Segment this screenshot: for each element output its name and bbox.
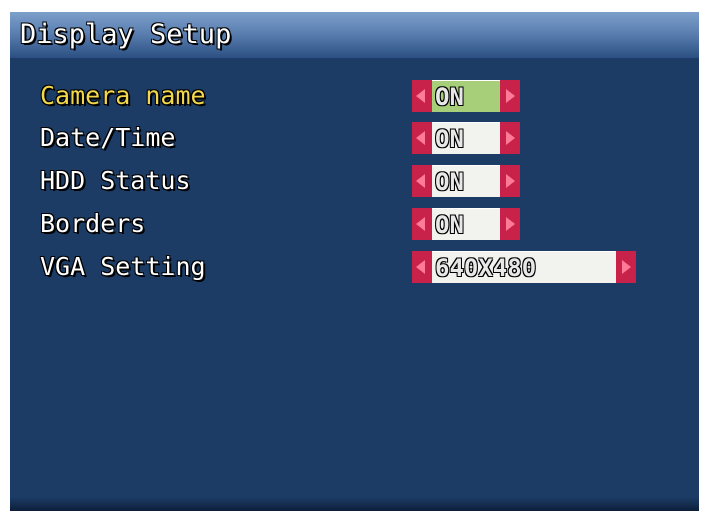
menu-item-vga-setting[interactable]: VGA Setting 640X480: [10, 250, 699, 284]
chevron-right-icon[interactable]: [500, 208, 520, 240]
chevron-right-icon[interactable]: [500, 122, 520, 154]
page-title: Display Setup: [20, 19, 232, 50]
borders-value: ON: [435, 211, 464, 239]
menu-item-label: VGA Setting: [40, 252, 206, 281]
chevron-left-icon[interactable]: [412, 251, 432, 283]
camera-name-value: ON: [435, 83, 464, 111]
camera-name-value-box: ON: [432, 80, 500, 112]
menu-item-borders[interactable]: Borders ON: [10, 207, 699, 241]
menu-item-camera-name[interactable]: Camera name ON: [10, 79, 699, 113]
bottom-band: [10, 497, 699, 511]
vga-setting-value-box: 640X480: [432, 251, 616, 283]
chevron-right-icon[interactable]: [500, 165, 520, 197]
menu-item-label: HDD Status: [40, 166, 191, 195]
chevron-left-icon[interactable]: [412, 80, 432, 112]
chevron-left-icon[interactable]: [412, 122, 432, 154]
menu-item-label: Camera name: [40, 81, 206, 110]
hdd-status-value: ON: [435, 168, 464, 196]
menu-item-date-time[interactable]: Date/Time ON: [10, 121, 699, 155]
chevron-right-icon[interactable]: [616, 251, 636, 283]
menu-item-label: Date/Time: [40, 123, 176, 152]
chevron-left-icon[interactable]: [412, 208, 432, 240]
hdd-status-value-box: ON: [432, 165, 500, 197]
menu-item-hdd-status[interactable]: HDD Status ON: [10, 164, 699, 198]
menu-item-label: Borders: [40, 209, 146, 238]
display-setup-screen: Display Setup Camera name ON Date/Time O…: [10, 12, 699, 511]
chevron-left-icon[interactable]: [412, 165, 432, 197]
chevron-right-icon[interactable]: [500, 80, 520, 112]
date-time-value-box: ON: [432, 122, 500, 154]
title-bar: Display Setup: [10, 12, 699, 58]
vga-setting-value: 640X480: [435, 254, 537, 282]
date-time-value: ON: [435, 125, 464, 153]
borders-value-box: ON: [432, 208, 500, 240]
